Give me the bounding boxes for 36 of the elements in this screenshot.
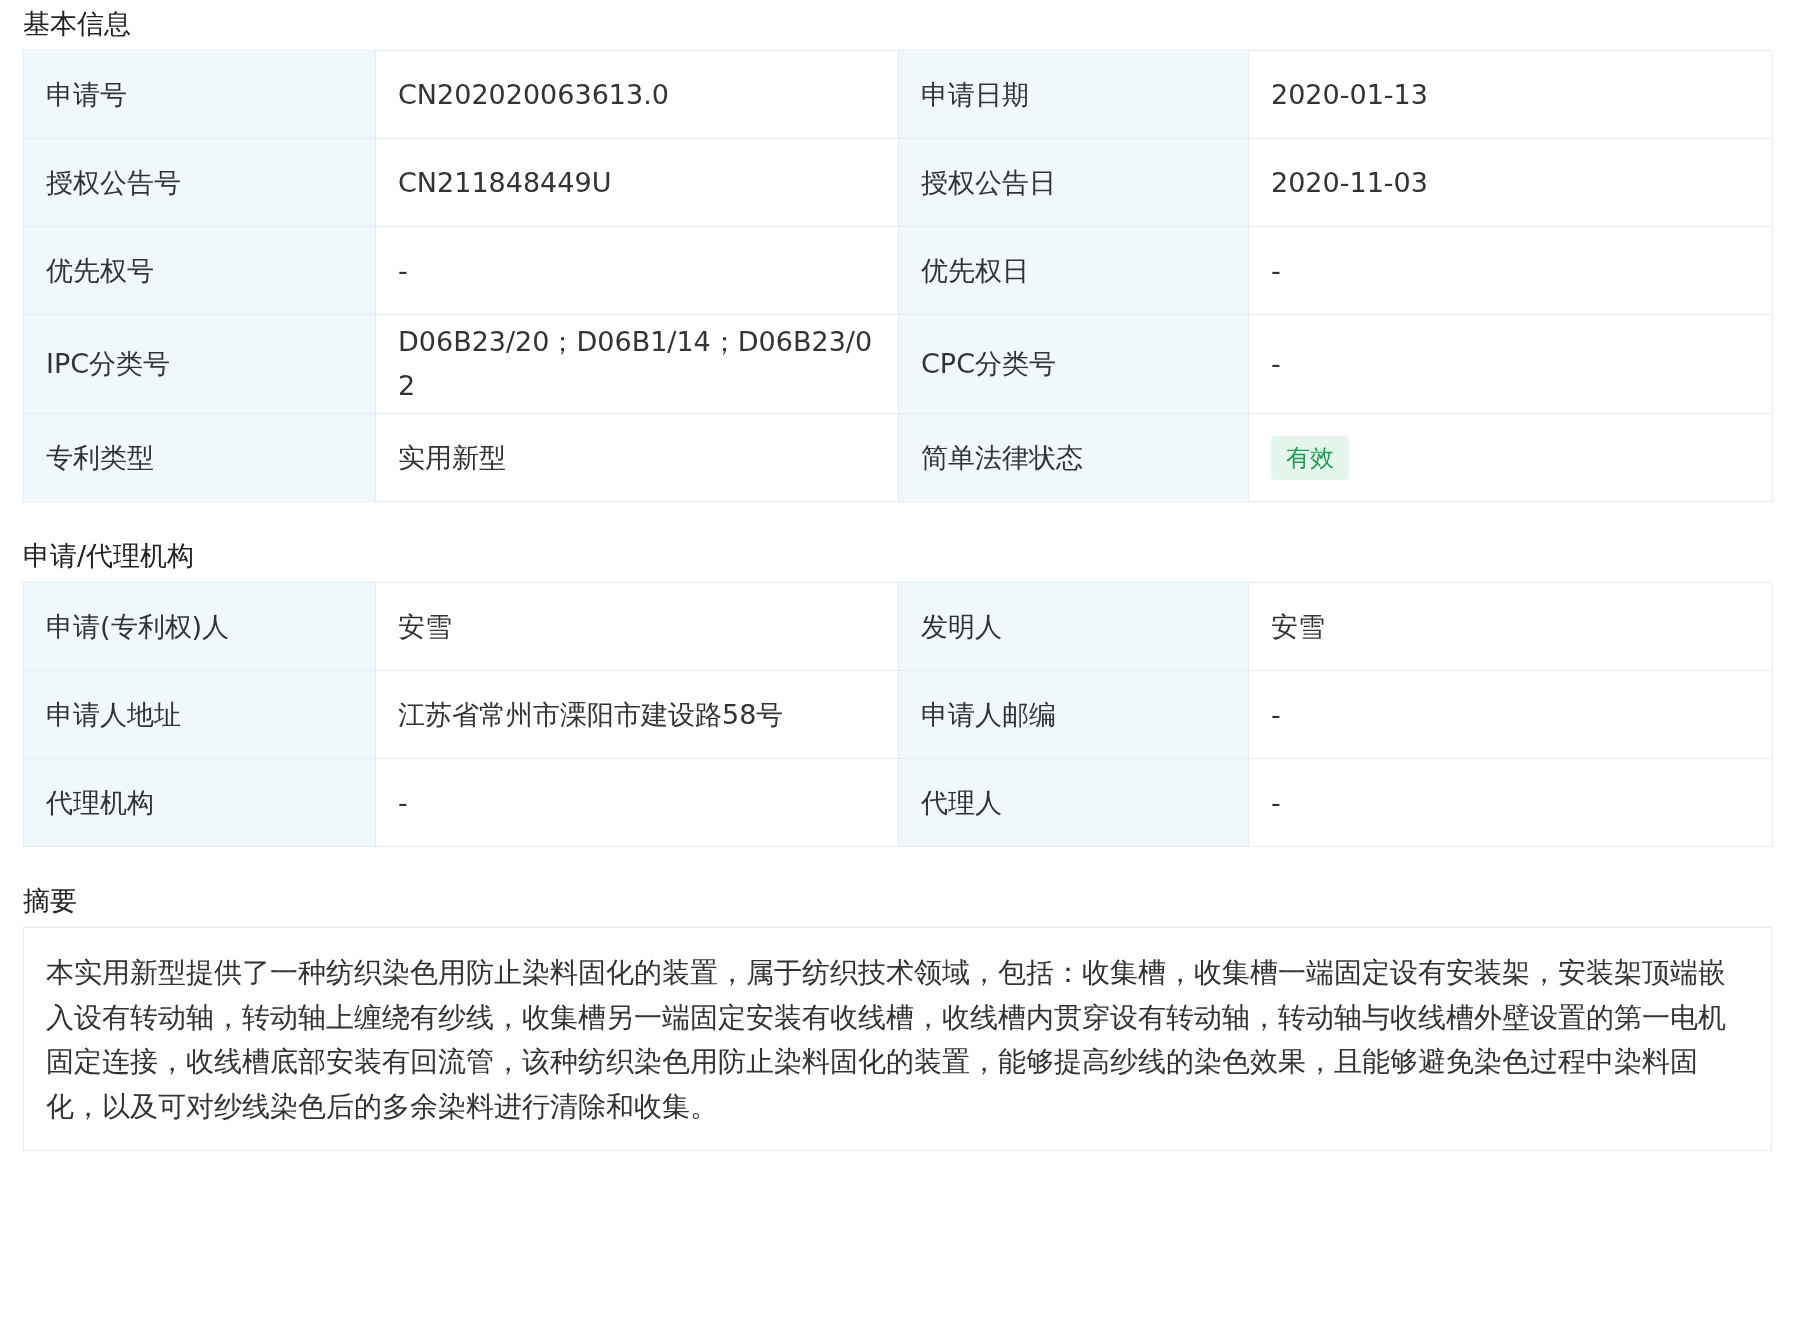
- field-value: 安雪: [1271, 609, 1325, 644]
- field-label: 授权公告号: [24, 139, 376, 227]
- status-tag: 有效: [1271, 435, 1349, 480]
- field-label: 优先权日: [899, 227, 1249, 315]
- field-value: CN211848449U: [398, 165, 612, 200]
- field-label: 申请人邮编: [899, 671, 1249, 759]
- section-title: 基本信息: [23, 7, 132, 41]
- field-value: -: [1271, 253, 1281, 288]
- section-title: 申请/代理机构: [23, 539, 196, 573]
- field-label: 专利类型: [24, 414, 376, 502]
- field-label: 代理人: [899, 759, 1249, 847]
- field-value: 江苏省常州市溧阳市建设路58号: [398, 697, 784, 732]
- field-label: 代理机构: [24, 759, 376, 847]
- field-value: -: [1271, 697, 1281, 732]
- field-label: 优先权号: [24, 227, 376, 315]
- field-label: 申请人地址: [24, 671, 376, 759]
- field-value: -: [398, 785, 408, 820]
- field-value: 实用新型: [398, 440, 506, 475]
- field-label: CPC分类号: [899, 315, 1249, 414]
- field-value: 2020-01-13: [1271, 77, 1428, 112]
- field-label: 简单法律状态: [899, 414, 1249, 502]
- field-label: 申请日期: [899, 51, 1249, 139]
- field-value: D06B23/20；D06B1/14；D06B23/02: [398, 325, 874, 403]
- field-label: 申请(专利权)人: [24, 583, 376, 671]
- field-value: 2020-11-03: [1271, 165, 1428, 200]
- abstract-text: 本实用新型提供了一种纺织染色用防止染料固化的装置，属于纺织技术领域，包括：收集槽，收集槽一端固定设有安装架，安装架顶端嵌入设有转动轴，转动轴上缠绕有纱线，收集槽另一端固定安装有收线槽，收线槽内贯穿设有转动轴，转动轴与收线槽外壁设置的第一电机固定连接，收线槽底部安装有回流管，该种纺织染色用防止染料固化的装置，能够提高纱线的染色效果，且能够避免染色过程中染料固化，以及可对纱线染色后的多余染料进行清除和收集。: [23, 927, 1772, 1151]
- field-label: 发明人: [899, 583, 1249, 671]
- field-value: 安雪: [398, 609, 452, 644]
- field-value: -: [398, 253, 408, 288]
- field-label: 授权公告日: [899, 139, 1249, 227]
- field-label: 申请号: [24, 51, 376, 139]
- field-value: -: [1271, 347, 1281, 381]
- field-value: -: [1271, 785, 1281, 820]
- field-label: IPC分类号: [24, 315, 376, 414]
- field-value: CN202020063613.0: [398, 77, 669, 112]
- section-title: 摘要: [23, 884, 78, 918]
